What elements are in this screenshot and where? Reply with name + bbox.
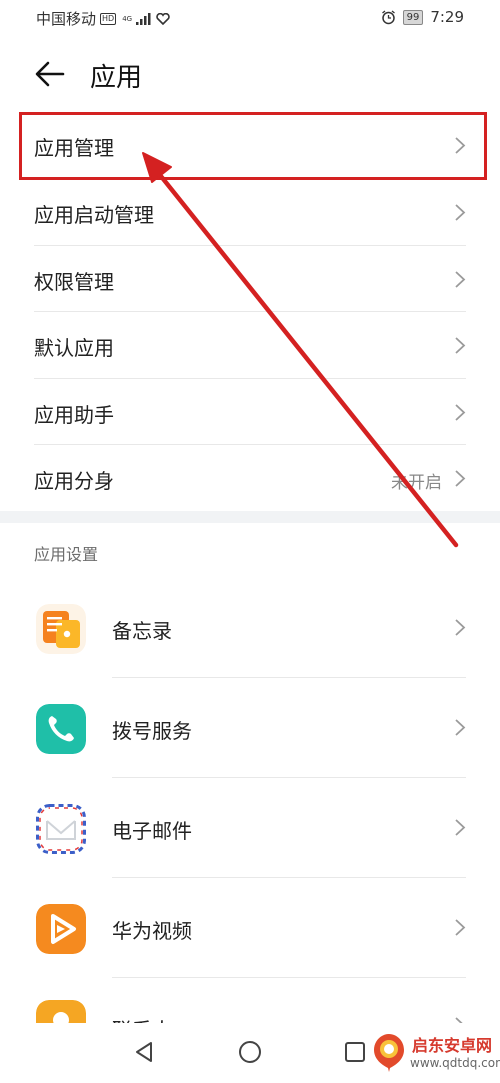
chevron-right-icon [455, 137, 466, 154]
chevron-right-icon [455, 470, 466, 487]
chevron-right-icon [455, 719, 466, 736]
chevron-right-icon [455, 337, 466, 354]
alarm-icon [381, 9, 395, 24]
mail-icon [36, 804, 86, 854]
chevron-right-icon [455, 919, 466, 936]
menu-item-app-launch[interactable]: 应用启动管理 [0, 179, 500, 245]
menu-item-status: 未开启 [391, 473, 442, 493]
app-item-contacts[interactable]: 联系人 [0, 978, 500, 1023]
page-title: 应用 [90, 63, 143, 93]
phone-icon [36, 704, 86, 754]
carrier-name: 中国移动 [36, 10, 97, 28]
back-arrow-icon[interactable] [34, 60, 66, 88]
chevron-right-icon [455, 204, 466, 221]
status-bar: 中国移动 HD 4G 99 7:29 [0, 0, 500, 36]
app-name: 电子邮件 [112, 819, 192, 843]
status-right: 99 7:29 [381, 8, 464, 26]
section-gap [0, 511, 500, 523]
menu-item-label: 应用启动管理 [34, 203, 154, 227]
memo-icon [36, 604, 86, 654]
menu-item-label: 应用分身 [34, 469, 114, 493]
chevron-right-icon [455, 271, 466, 288]
back-triangle-icon[interactable] [127, 1035, 161, 1069]
chevron-right-icon [455, 619, 466, 636]
network-type: 4G [122, 14, 133, 23]
app-name: 备忘录 [112, 619, 172, 643]
hd-badge: HD [100, 12, 117, 25]
watermark: 启东安卓网 www.qdtdq.com [370, 1028, 500, 1078]
video-icon [36, 904, 86, 954]
menu-item-label: 应用助手 [34, 403, 114, 427]
menu-item-app-assistant[interactable]: 应用助手 [0, 379, 500, 445]
chevron-right-icon [455, 1017, 463, 1023]
menu-item-label: 应用管理 [34, 136, 114, 160]
app-item-memo[interactable]: 备忘录 [0, 578, 500, 678]
clock-time: 7:29 [430, 8, 464, 26]
app-item-email[interactable]: 电子邮件 [0, 778, 500, 878]
watermark-logo-icon [374, 1034, 404, 1072]
menu-item-app-management[interactable]: 应用管理 [0, 112, 500, 178]
heart-icon [156, 12, 170, 25]
page-header: 应用 [0, 48, 500, 104]
status-left: 中国移动 HD 4G [36, 8, 170, 29]
watermark-url: www.qdtdq.com [410, 1056, 500, 1070]
chevron-right-icon [455, 819, 466, 836]
menu-item-label: 默认应用 [34, 336, 114, 360]
chevron-right-icon [455, 404, 466, 421]
section-header: 应用设置 [34, 545, 99, 564]
signal-icon [136, 12, 151, 25]
watermark-title: 启东安卓网 [412, 1036, 493, 1055]
recents-square-icon[interactable] [338, 1035, 372, 1069]
battery-indicator: 99 [402, 9, 424, 25]
contacts-icon [36, 1000, 86, 1023]
app-item-dialer[interactable]: 拨号服务 [0, 678, 500, 778]
app-item-video[interactable]: 华为视频 [0, 878, 500, 978]
menu-item-app-twin[interactable]: 应用分身 未开启 [0, 445, 500, 511]
app-name: 拨号服务 [112, 719, 192, 743]
menu-item-permissions[interactable]: 权限管理 [0, 246, 500, 312]
app-name: 华为视频 [112, 919, 192, 943]
menu-item-default-apps[interactable]: 默认应用 [0, 312, 500, 378]
app-name: 联系人 [112, 1014, 172, 1023]
menu-item-label: 权限管理 [34, 270, 114, 294]
home-circle-icon[interactable] [233, 1035, 267, 1069]
